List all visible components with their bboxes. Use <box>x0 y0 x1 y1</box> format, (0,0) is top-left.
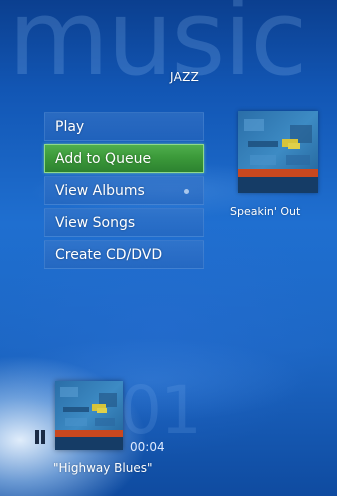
now-playing-track-title: "Highway Blues" <box>53 461 153 475</box>
menu-item-create-cd-dvd[interactable]: Create CD/DVD <box>44 240 204 269</box>
menu-item-label: View Albums <box>55 183 145 199</box>
menu-item-view-albums[interactable]: View Albums <box>44 176 204 205</box>
track-number-watermark: 01 <box>120 372 202 449</box>
menu-item-label: Add to Queue <box>55 151 152 167</box>
album-title-caption: Speakin' Out <box>230 205 301 218</box>
album-action-menu: Play Add to Queue View Albums View Songs… <box>44 112 204 272</box>
menu-item-label: Play <box>55 119 85 135</box>
media-center-screen: music JAZZ Play Add to Queue View Albums… <box>0 0 337 496</box>
menu-item-label: Create CD/DVD <box>55 247 163 263</box>
menu-item-play[interactable]: Play <box>44 112 204 141</box>
album-cover-icon <box>238 111 318 193</box>
bullet-dot-icon <box>184 189 189 194</box>
menu-item-view-songs[interactable]: View Songs <box>44 208 204 237</box>
section-watermark: music <box>8 0 307 99</box>
menu-item-label: View Songs <box>55 215 136 231</box>
elapsed-time: 00:04 <box>130 440 165 454</box>
album-cover-thumbnail[interactable] <box>238 111 318 193</box>
menu-item-add-to-queue[interactable]: Add to Queue <box>44 144 204 173</box>
category-label: JAZZ <box>170 70 200 84</box>
album-cover-icon <box>55 381 123 450</box>
now-playing-album-art[interactable] <box>55 381 123 450</box>
pause-icon[interactable] <box>34 430 46 444</box>
